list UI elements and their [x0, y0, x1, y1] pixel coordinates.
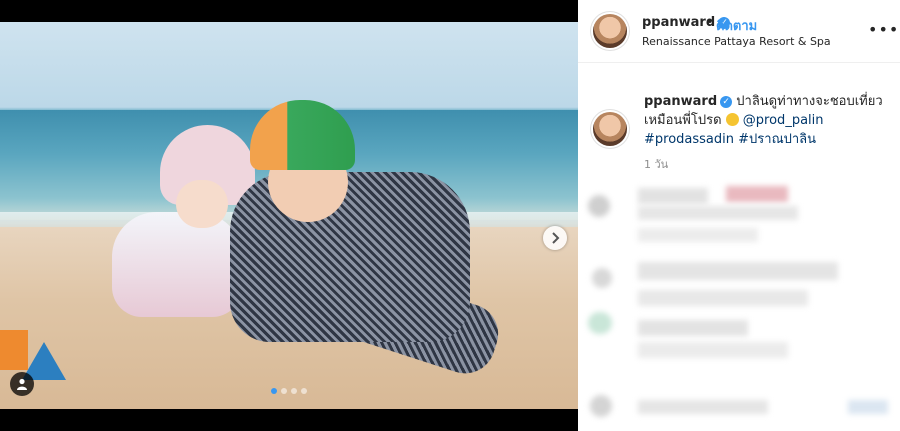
comment-line — [638, 228, 758, 242]
carousel-dot — [291, 388, 297, 394]
more-options-button[interactable]: ••• — [868, 20, 899, 39]
carousel-indicator — [0, 388, 578, 394]
hashtag-link[interactable]: #prodassadin — [644, 132, 734, 147]
comment-line — [638, 188, 708, 204]
carousel-dot — [301, 388, 307, 394]
caption-username[interactable]: ppanward — [644, 94, 717, 109]
follow-button[interactable]: ติดตาม — [716, 15, 757, 36]
post-media — [0, 0, 578, 431]
post-header: ppanward ✓ • ติดตาม Renaissance Pattaya R… — [578, 0, 900, 63]
post-sidebar: ppanward ✓ • ติดตาม Renaissance Pattaya R… — [578, 0, 900, 431]
comment-line — [638, 342, 788, 358]
comment-avatar — [592, 268, 612, 288]
post-photo[interactable] — [0, 22, 578, 409]
comment-line — [638, 400, 768, 414]
toddler-figure — [112, 212, 242, 317]
carousel-dot — [281, 388, 287, 394]
toddler-face — [176, 180, 228, 228]
comment-line — [638, 206, 798, 220]
chevron-right-icon — [552, 232, 560, 244]
carousel-next-button[interactable] — [543, 226, 567, 250]
avatar[interactable] — [593, 14, 627, 48]
comment-avatar — [588, 195, 610, 217]
comment-avatar — [588, 312, 612, 334]
comment-line — [638, 262, 838, 280]
comment-line — [638, 320, 748, 336]
separator-dot: • — [706, 15, 714, 30]
person-icon — [17, 378, 27, 390]
comment-line — [848, 400, 888, 414]
username-link[interactable]: ppanward — [642, 15, 715, 30]
carousel-dot — [271, 388, 277, 394]
post-caption: ppanward ✓ ปาลินดูท่าทางจะชอบเที่ยว เหมือ… — [644, 92, 888, 149]
verified-badge-icon: ✓ — [720, 95, 733, 108]
comment-line — [726, 186, 788, 202]
smile-emoji-icon — [725, 113, 739, 126]
location-link[interactable]: Renaissance Pattaya Resort & Spa — [642, 35, 831, 48]
comment-line — [638, 290, 808, 306]
user-tags-button[interactable] — [10, 372, 34, 396]
post-timestamp[interactable]: 1 วัน — [644, 155, 668, 173]
comment-avatar — [590, 395, 612, 417]
boy-figure — [230, 172, 470, 342]
hashtag-link[interactable]: #ปราณปาลิน — [738, 132, 816, 147]
mention-link[interactable]: @prod_palin — [743, 113, 824, 128]
caption-avatar[interactable] — [593, 112, 627, 146]
